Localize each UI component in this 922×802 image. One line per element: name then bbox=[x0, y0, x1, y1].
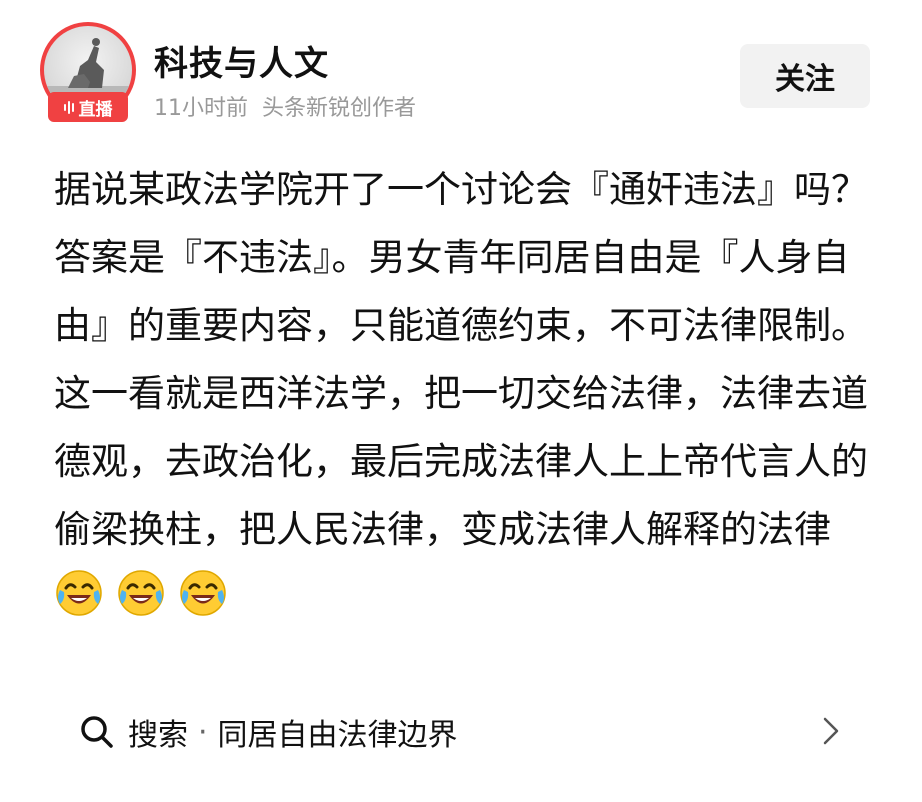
laughing-crying-emoji-icon bbox=[180, 570, 226, 616]
search-icon bbox=[81, 716, 113, 748]
post-meta: 11小时前 头条新锐创作者 bbox=[154, 90, 416, 122]
laughing-crying-emoji-icon bbox=[118, 570, 164, 616]
live-label: 直播 bbox=[78, 99, 113, 120]
live-badge[interactable]: 直播 bbox=[48, 92, 128, 122]
post-paragraph-1: 据说某政法学院开了一个讨论会『通奸违法』吗？答案是『不违法』。男女青年同居自由是… bbox=[54, 168, 868, 347]
author-role: 头条新锐创作者 bbox=[262, 96, 417, 121]
post-time: 11小时前 bbox=[154, 96, 248, 121]
post-body: 据说某政法学院开了一个讨论会『通奸违法』吗？答案是『不违法』。男女青年同居自由是… bbox=[54, 156, 884, 632]
laughing-crying-emoji-icon bbox=[56, 570, 102, 616]
search-label: 搜索 bbox=[128, 718, 188, 753]
search-separator: · bbox=[198, 714, 208, 750]
live-bars-icon bbox=[63, 100, 74, 114]
follow-button[interactable]: 关注 bbox=[740, 44, 870, 108]
post-paragraph-2: 这一看就是西洋法学，把一切交给法律，法律去道德观，去政治化，最后完成法律人上上帝… bbox=[54, 360, 884, 632]
search-term: 同居自由法律边界 bbox=[217, 718, 458, 753]
post-paragraph-2-text: 这一看就是西洋法学，把一切交给法律，法律去道德观，去政治化，最后完成法律人上上帝… bbox=[54, 372, 868, 551]
related-search-row[interactable]: 搜索 · 同居自由法律边界 bbox=[78, 706, 858, 758]
chevron-right-icon bbox=[823, 717, 839, 745]
author-name[interactable]: 科技与人文 bbox=[154, 36, 329, 85]
post-header: 直播 科技与人文 11小时前 头条新锐创作者 关注 bbox=[0, 0, 922, 140]
author-avatar[interactable]: 直播 bbox=[40, 22, 136, 122]
